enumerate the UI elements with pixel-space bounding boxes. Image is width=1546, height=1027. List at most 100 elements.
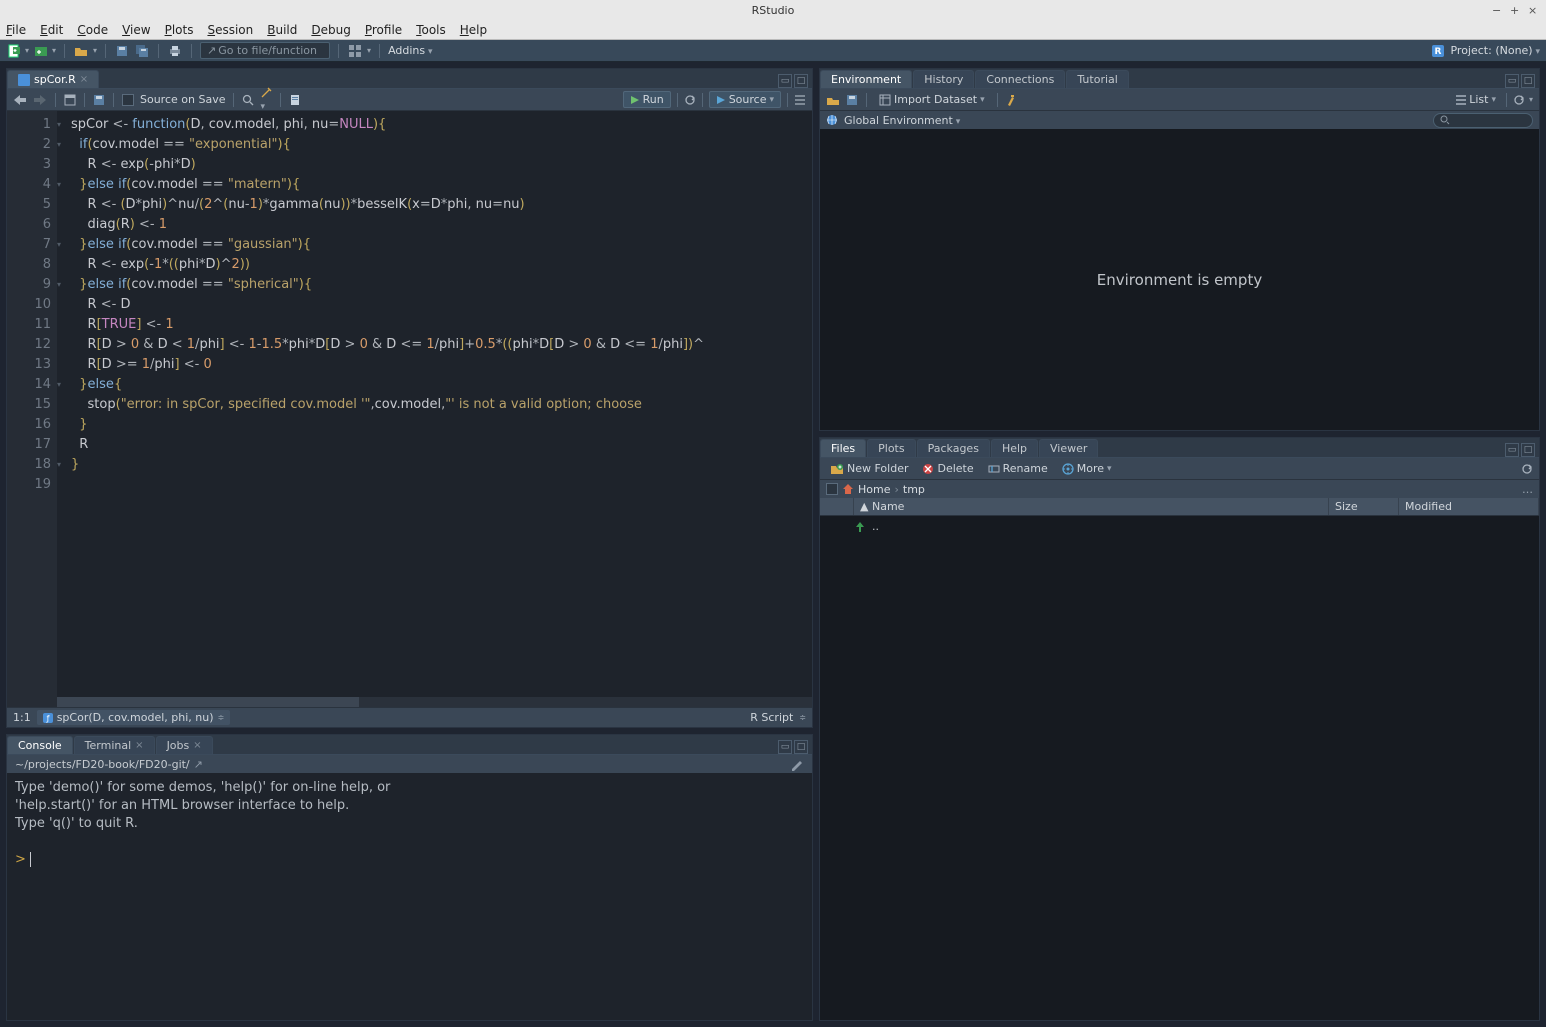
- console-prompt: >: [15, 852, 26, 867]
- save-file-icon[interactable]: [93, 94, 105, 106]
- tab-packages[interactable]: Packages: [917, 439, 990, 457]
- delete-button[interactable]: Delete: [918, 461, 977, 476]
- col-modified[interactable]: Modified: [1399, 498, 1539, 515]
- outline-icon[interactable]: [794, 94, 806, 106]
- maximize-button[interactable]: +: [1510, 4, 1522, 16]
- files-tabs: Files Plots Packages Help Viewer ▭ □: [820, 438, 1539, 458]
- pane-maximize-button[interactable]: □: [1521, 74, 1535, 88]
- editor-toolbar: Source on Save Run Source: [7, 89, 812, 111]
- more-menu[interactable]: More: [1058, 461, 1116, 476]
- list-view-menu[interactable]: List: [1452, 92, 1500, 107]
- refresh-icon[interactable]: [1513, 94, 1525, 106]
- rerun-icon[interactable]: [684, 94, 696, 106]
- menu-session[interactable]: Session: [207, 23, 253, 37]
- home-icon[interactable]: [842, 483, 854, 495]
- menu-view[interactable]: View: [122, 23, 150, 37]
- file-up-dir[interactable]: ..: [828, 520, 1531, 533]
- source-button[interactable]: Source: [709, 91, 781, 108]
- tab-files[interactable]: Files: [820, 439, 866, 457]
- env-search-input[interactable]: [1433, 113, 1533, 128]
- new-file-icon[interactable]: [6, 43, 22, 59]
- find-icon[interactable]: [242, 94, 254, 106]
- tab-connections[interactable]: Connections: [975, 70, 1065, 88]
- crumb-tmp[interactable]: tmp: [903, 483, 925, 496]
- refresh-files-icon[interactable]: [1521, 463, 1533, 475]
- menu-profile[interactable]: Profile: [365, 23, 402, 37]
- menu-tools[interactable]: Tools: [416, 23, 446, 37]
- select-all-checkbox[interactable]: [826, 483, 838, 495]
- script-type[interactable]: R Script: [750, 711, 793, 724]
- compile-report-icon[interactable]: [289, 94, 301, 106]
- more-path-icon[interactable]: …: [1522, 483, 1533, 496]
- tab-environment[interactable]: Environment: [820, 70, 912, 88]
- project-menu[interactable]: Project: (None): [1450, 44, 1540, 57]
- function-indicator[interactable]: ƒ spCor(D, cov.model, phi, nu) ≑: [37, 710, 231, 725]
- show-in-new-window-icon[interactable]: [64, 94, 76, 106]
- goto-file-input[interactable]: ↗Go to file/function: [200, 42, 330, 59]
- tab-tutorial[interactable]: Tutorial: [1066, 70, 1128, 88]
- clear-workspace-icon[interactable]: [1006, 94, 1020, 106]
- svg-text:R: R: [1435, 47, 1442, 57]
- pane-minimize-button[interactable]: ▭: [1505, 74, 1519, 88]
- col-name[interactable]: ▲ Name: [854, 498, 1329, 515]
- tab-history[interactable]: History: [913, 70, 974, 88]
- minimize-button[interactable]: −: [1492, 4, 1504, 16]
- tab-plots[interactable]: Plots: [867, 439, 915, 457]
- addins-menu[interactable]: Addins: [388, 44, 432, 57]
- print-icon[interactable]: [167, 43, 183, 59]
- back-icon[interactable]: [13, 94, 27, 106]
- rename-button[interactable]: Rename: [984, 461, 1052, 476]
- menu-code[interactable]: Code: [77, 23, 108, 37]
- scope-selector[interactable]: Global Environment: [844, 114, 960, 127]
- app-body: spCor.R × ▭ □ Source on Save: [0, 62, 1546, 1027]
- env-tabs: Environment History Connections Tutorial…: [820, 69, 1539, 89]
- crumb-home[interactable]: Home: [858, 483, 890, 496]
- horizontal-scrollbar[interactable]: [57, 697, 812, 707]
- menu-plots[interactable]: Plots: [165, 23, 194, 37]
- source-on-save-checkbox[interactable]: [122, 94, 134, 106]
- clear-console-icon[interactable]: [790, 757, 804, 771]
- project-icon[interactable]: R: [1430, 43, 1446, 59]
- pane-maximize-button[interactable]: □: [794, 74, 808, 88]
- grid-icon[interactable]: [347, 43, 363, 59]
- save-all-icon[interactable]: [134, 43, 150, 59]
- pane-minimize-button[interactable]: ▭: [778, 740, 792, 754]
- load-workspace-icon[interactable]: [826, 94, 840, 106]
- save-workspace-icon[interactable]: [846, 94, 858, 106]
- close-icon[interactable]: ×: [135, 740, 143, 751]
- tab-console[interactable]: Console: [7, 736, 73, 754]
- global-env-icon: [826, 114, 838, 126]
- run-button[interactable]: Run: [623, 91, 671, 108]
- forward-icon[interactable]: [33, 94, 47, 106]
- tab-viewer[interactable]: Viewer: [1039, 439, 1098, 457]
- console-output[interactable]: Type 'demo()' for some demos, 'help()' f…: [7, 773, 812, 1020]
- tab-spcor-r[interactable]: spCor.R ×: [7, 70, 99, 88]
- menu-file[interactable]: File: [6, 23, 26, 37]
- import-dataset-menu[interactable]: Import Dataset: [875, 92, 989, 107]
- wand-icon[interactable]: [260, 87, 272, 112]
- menu-debug[interactable]: Debug: [311, 23, 350, 37]
- tab-jobs[interactable]: Jobs×: [156, 736, 213, 754]
- close-icon[interactable]: ×: [80, 74, 88, 85]
- code-body[interactable]: spCor <- function(D, cov.model, phi, nu=…: [57, 111, 812, 707]
- console-path-bar: ~/projects/FD20-book/FD20-git/ ↗: [7, 755, 812, 773]
- pane-maximize-button[interactable]: □: [794, 740, 808, 754]
- menu-build[interactable]: Build: [267, 23, 297, 37]
- pane-minimize-button[interactable]: ▭: [1505, 443, 1519, 457]
- pane-maximize-button[interactable]: □: [1521, 443, 1535, 457]
- menu-edit[interactable]: Edit: [40, 23, 63, 37]
- pane-minimize-button[interactable]: ▭: [778, 74, 792, 88]
- close-button[interactable]: ×: [1528, 4, 1540, 16]
- col-size[interactable]: Size: [1329, 498, 1399, 515]
- close-icon[interactable]: ×: [193, 740, 201, 751]
- new-project-icon[interactable]: [33, 43, 49, 59]
- open-file-icon[interactable]: [73, 43, 89, 59]
- code-editor[interactable]: 12345678910111213141516171819 spCor <- f…: [7, 111, 812, 707]
- menubar: File Edit Code View Plots Session Build …: [0, 20, 1546, 40]
- go-to-dir-icon[interactable]: ↗: [194, 758, 203, 771]
- new-folder-button[interactable]: New Folder: [826, 461, 912, 476]
- save-icon[interactable]: [114, 43, 130, 59]
- menu-help[interactable]: Help: [460, 23, 487, 37]
- tab-terminal[interactable]: Terminal×: [74, 736, 155, 754]
- tab-help[interactable]: Help: [991, 439, 1038, 457]
